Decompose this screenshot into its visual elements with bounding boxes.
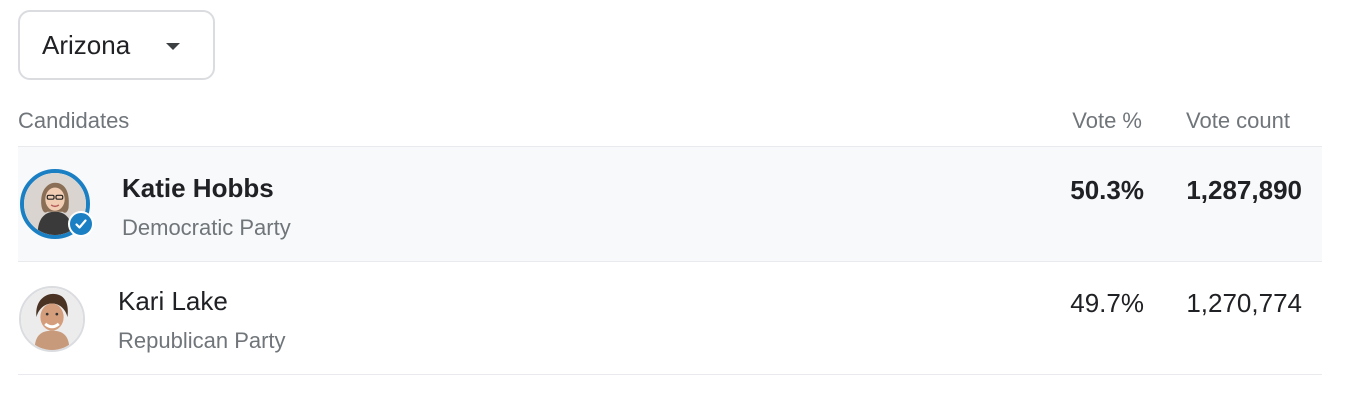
state-dropdown-label: Arizona [42, 29, 131, 60]
candidate-name[interactable]: Kari Lake [118, 286, 228, 317]
header-candidates: Candidates [18, 108, 130, 133]
winner-checkmark-icon [68, 211, 94, 237]
candidate-party: Republican Party [118, 328, 286, 353]
state-dropdown[interactable]: Arizona [18, 10, 215, 80]
header-vote-count: Vote count [1186, 108, 1290, 133]
avatar[interactable] [19, 286, 85, 352]
caret-down-icon [166, 43, 180, 50]
candidate-name[interactable]: Katie Hobbs [122, 173, 274, 204]
header-vote-pct: Vote % [1072, 108, 1142, 133]
candidate-row-lake[interactable]: Kari Lake Republican Party 49.7% 1,270,7… [18, 261, 1322, 375]
vote-count: 1,270,774 [1186, 288, 1302, 318]
vote-percentage: 50.3% [1070, 175, 1144, 205]
table-header: Candidates Vote % Vote count [18, 108, 1322, 138]
candidate-photo-icon [21, 288, 83, 350]
vote-percentage: 49.7% [1070, 288, 1144, 318]
candidate-party: Democratic Party [122, 215, 291, 240]
vote-count: 1,287,890 [1186, 175, 1302, 205]
candidate-row-hobbs[interactable]: Katie Hobbs Democratic Party 50.3% 1,287… [18, 146, 1322, 261]
